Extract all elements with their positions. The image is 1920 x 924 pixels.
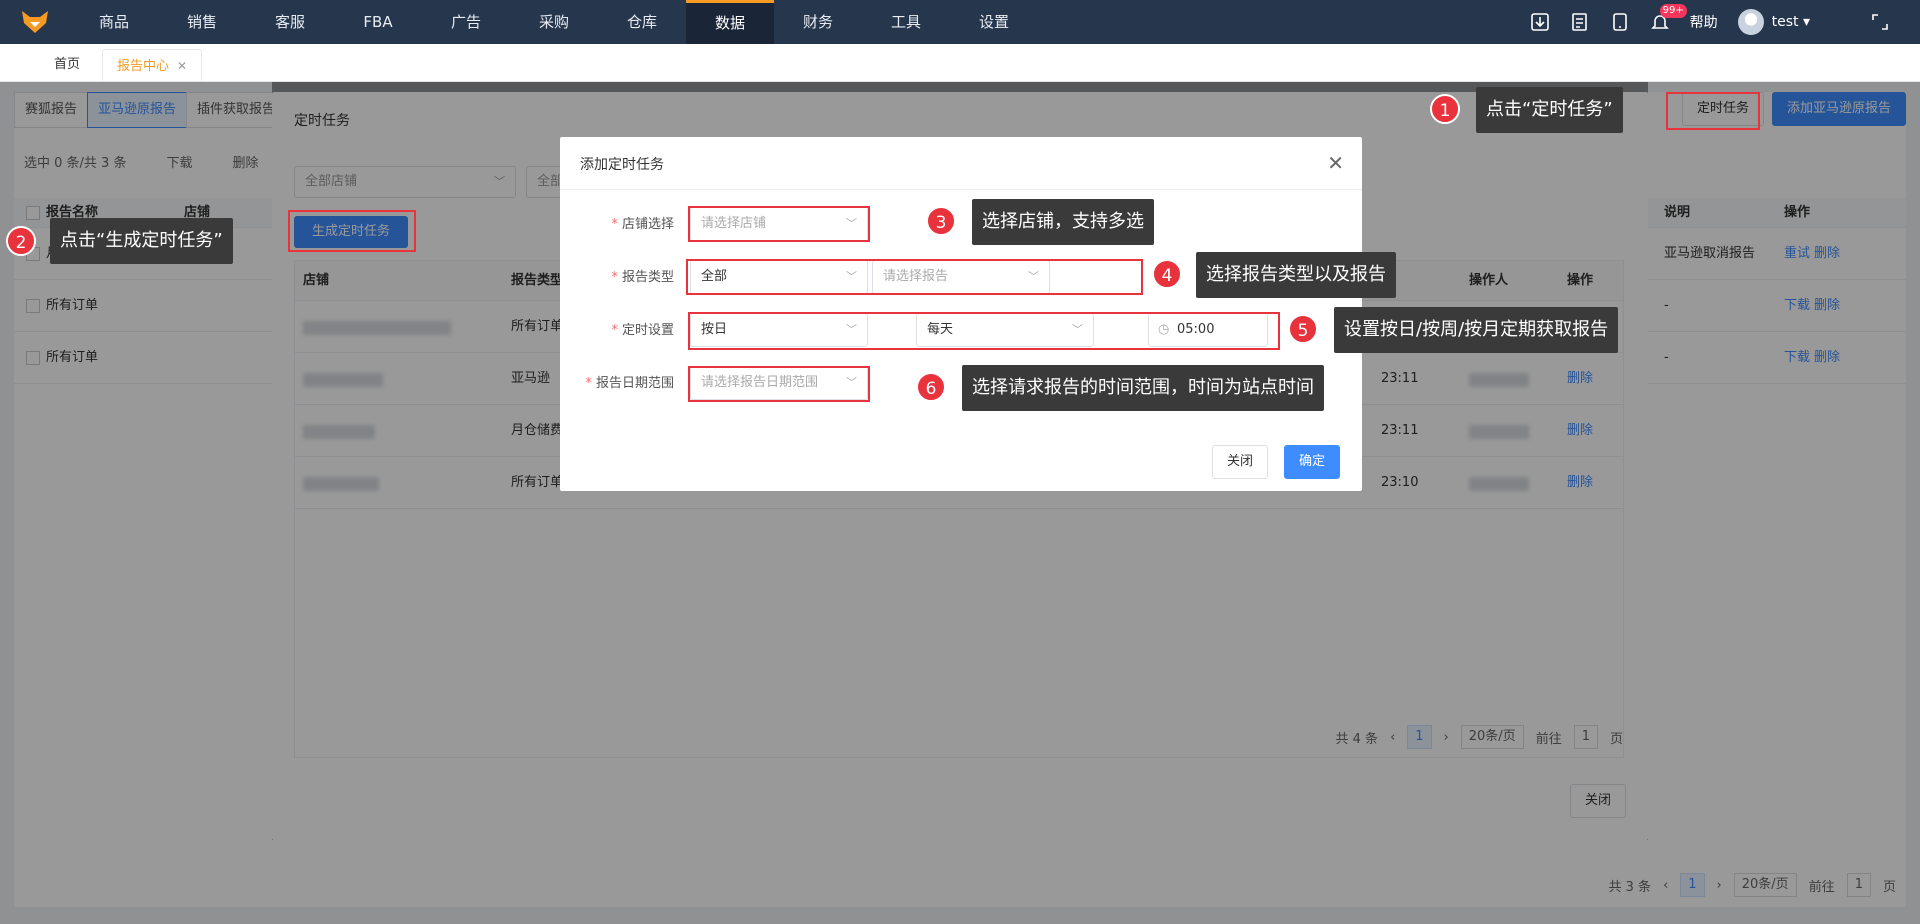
top-navbar: 商品 销售 客服 FBA 广告 采购 仓库 数据 财务 工具 设置 99+ 帮助…: [0, 0, 1920, 44]
shop-label: * 店铺选择: [611, 217, 674, 232]
nav-item-purchase[interactable]: 采购: [510, 0, 598, 44]
range-label: * 报告日期范围: [585, 376, 674, 391]
user-menu[interactable]: test ▾: [1772, 14, 1810, 30]
nav-item-sales[interactable]: 销售: [158, 0, 246, 44]
step-number: 5: [1288, 314, 1318, 344]
highlight-box: [288, 210, 416, 252]
nav-item-data[interactable]: 数据: [686, 0, 774, 44]
nav-item-warehouse[interactable]: 仓库: [598, 0, 686, 44]
schedule-label-text: 定时设置: [621, 323, 674, 338]
step-number: 3: [926, 206, 956, 236]
fox-logo-icon[interactable]: [0, 0, 70, 44]
task-list-icon[interactable]: [1560, 0, 1600, 44]
help-link[interactable]: 帮助: [1690, 12, 1718, 32]
nav-item-finance[interactable]: 财务: [774, 0, 862, 44]
highlight-box: [1666, 92, 1760, 130]
cancel-button[interactable]: 关闭: [1211, 445, 1268, 479]
page-tabs: 首页 报告中心 ✕: [0, 44, 1920, 82]
highlight-box: [688, 312, 1280, 350]
tab-home[interactable]: 首页: [40, 49, 94, 81]
step-number: 6: [916, 372, 946, 402]
shop-label-text: 店铺选择: [621, 217, 674, 232]
user-name: test: [1771, 14, 1799, 30]
step-tip: 选择报告类型以及报告: [1196, 252, 1396, 298]
nav-item-ads[interactable]: 广告: [422, 0, 510, 44]
range-label-text: 报告日期范围: [595, 376, 674, 391]
nav-item-products[interactable]: 商品: [70, 0, 158, 44]
highlight-box: [686, 259, 1143, 295]
nav-right: 99+ 帮助 test ▾: [1520, 0, 1920, 44]
step-tip: 点击“定时任务”: [1476, 87, 1623, 133]
type-label-text: 报告类型: [621, 270, 674, 285]
main-menu: 商品 销售 客服 FBA 广告 采购 仓库 数据 财务 工具 设置: [70, 0, 1038, 44]
dialog-footer: 关闭 确定: [1211, 445, 1340, 479]
download-icon[interactable]: [1520, 0, 1560, 44]
step-number: 2: [6, 226, 36, 256]
shop-row: * 店铺选择 请选择店铺 ﹀: [560, 207, 1362, 247]
close-icon[interactable]: ✕: [177, 59, 187, 73]
avatar[interactable]: [1737, 9, 1764, 35]
nav-item-settings[interactable]: 设置: [950, 0, 1038, 44]
step-number: 4: [1152, 259, 1182, 289]
nav-item-fba[interactable]: FBA: [334, 0, 422, 44]
highlight-box: [688, 206, 870, 242]
step-tip: 选择请求报告的时间范围，时间为站点时间: [962, 365, 1324, 411]
tab-report-center[interactable]: 报告中心 ✕: [102, 49, 203, 81]
step-tip: 选择店铺，支持多选: [972, 199, 1154, 245]
step-tip: 点击“生成定时任务”: [50, 218, 233, 264]
bell-icon[interactable]: 99+: [1640, 0, 1687, 44]
step-number: 1: [1430, 94, 1460, 124]
mobile-icon[interactable]: [1600, 0, 1640, 44]
fullscreen-icon[interactable]: [1860, 0, 1900, 44]
close-icon[interactable]: ✕: [1327, 151, 1344, 175]
dialog-title: 添加定时任务: [580, 157, 664, 173]
notification-badge: 99+: [1659, 4, 1687, 18]
nav-item-tools[interactable]: 工具: [862, 0, 950, 44]
dialog-header: 添加定时任务 ✕: [560, 137, 1362, 190]
step-tip: 设置按日/按周/按月定期获取报告: [1334, 307, 1619, 353]
schedule-label: * 定时设置: [611, 323, 674, 338]
confirm-button[interactable]: 确定: [1283, 445, 1340, 479]
highlight-box: [688, 366, 870, 402]
tab-label: 报告中心: [117, 59, 170, 74]
nav-item-service[interactable]: 客服: [246, 0, 334, 44]
type-label: * 报告类型: [611, 270, 674, 285]
